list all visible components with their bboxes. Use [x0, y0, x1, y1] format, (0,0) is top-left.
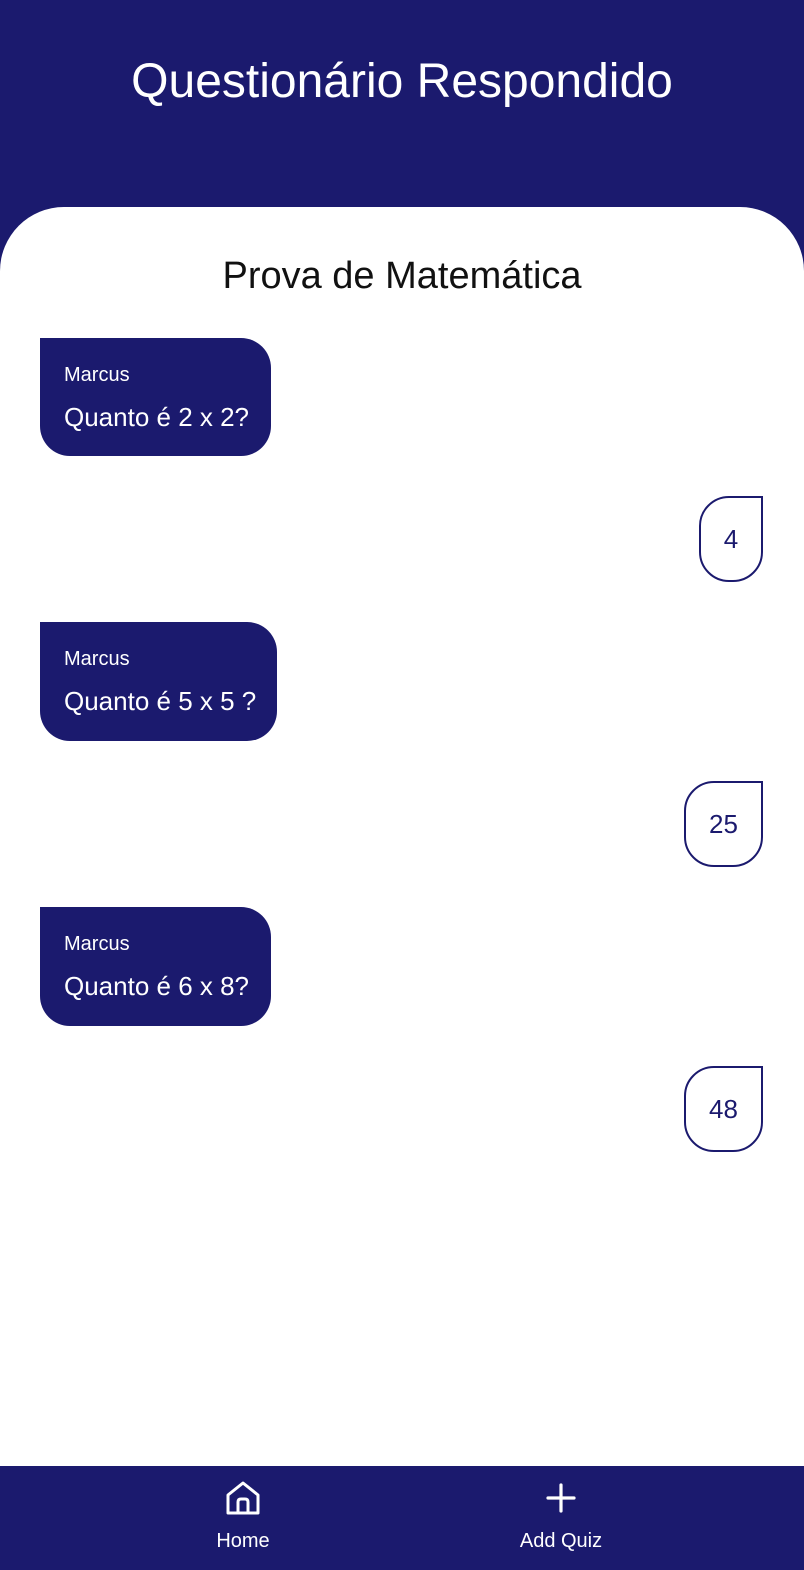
question-bubble: Marcus Quanto é 6 x 8? [40, 907, 271, 1026]
answer-bubble: 4 [699, 496, 763, 582]
nav-add-quiz-label: Add Quiz [519, 1530, 603, 1552]
question-text: Quanto é 6 x 8? [64, 971, 250, 1001]
quiz-card: Prova de Matemática Marcus Quanto é 2 x … [0, 207, 804, 1467]
question-bubble: Marcus Quanto é 5 x 5 ? [40, 622, 277, 741]
nav-home-button[interactable]: Home [163, 1478, 323, 1553]
nav-home-label: Home [216, 1530, 270, 1552]
bottom-navigation: Home Add Quiz [0, 1466, 804, 1570]
question-bubble: Marcus Quanto é 2 x 2? [40, 338, 271, 456]
header: Questionário Respondido [0, 0, 804, 210]
answer-bubble: 25 [684, 781, 763, 867]
home-icon [226, 1481, 260, 1515]
quiz-title: Prova de Matemática [222, 255, 582, 297]
nav-add-quiz-button[interactable]: Add Quiz [481, 1478, 641, 1553]
page-title: Questionário Respondido [131, 55, 673, 108]
question-text: Quanto é 2 x 2? [64, 402, 250, 432]
question-text: Quanto é 5 x 5 ? [64, 686, 257, 716]
answer-bubble: 48 [684, 1066, 763, 1152]
plus-icon [546, 1483, 576, 1513]
question-author: Marcus [64, 648, 130, 670]
question-author: Marcus [64, 933, 130, 955]
question-author: Marcus [64, 364, 130, 386]
screen: Questionário Respondido Prova de Matemát… [0, 0, 804, 1570]
